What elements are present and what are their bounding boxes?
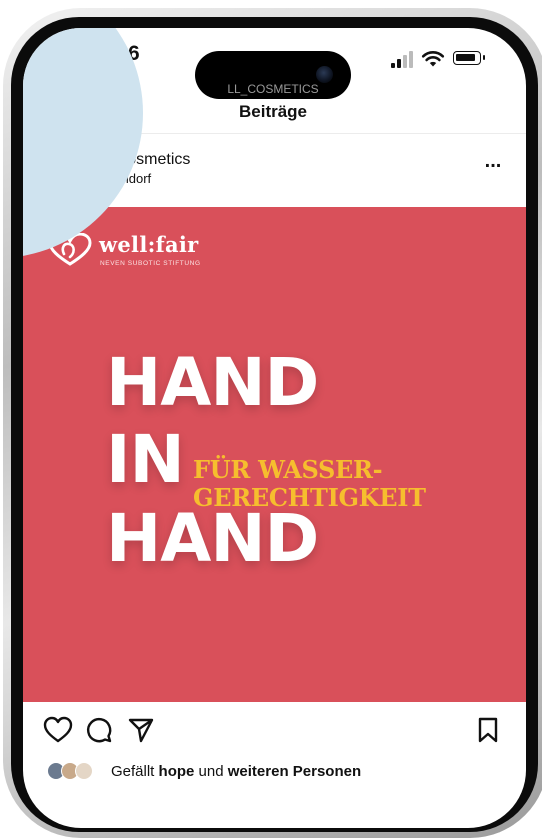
likes-row: Gefällt hope und weiteren Personen	[23, 760, 526, 784]
phone-screen: 15:16 LL_COSMETICS Beiträge LL LL_Cosmet…	[23, 28, 526, 828]
likes-user[interactable]: hope	[159, 763, 195, 780]
camera-icon	[316, 66, 333, 83]
headline-line-2: IN	[106, 421, 185, 498]
heart-icon[interactable]	[43, 716, 73, 744]
nav-title: Beiträge	[238, 102, 308, 121]
post-image[interactable]: well:fair NEVEN SUBOTIC STIFTUNG HAND IN…	[23, 207, 526, 702]
status-icons	[381, 50, 491, 68]
likes-suffix[interactable]: weiteren Personen	[228, 763, 361, 780]
wifi-icon	[421, 51, 445, 67]
more-options-button[interactable]: ...	[479, 151, 507, 174]
likes-text[interactable]: Gefällt hope und weiteren Personen	[111, 763, 361, 780]
action-bar	[23, 714, 526, 754]
brand-tagline: NEVEN SUBOTIC STIFTUNG	[100, 260, 201, 267]
bookmark-icon[interactable]	[477, 716, 499, 744]
headline-line-3: HAND	[106, 500, 319, 577]
liker-avatar[interactable]	[75, 762, 93, 780]
comment-icon[interactable]	[85, 716, 113, 744]
nav-subtitle: LL_COSMETICS	[227, 82, 319, 96]
signal-icon	[391, 50, 413, 68]
brand-name: well:fair	[99, 232, 199, 257]
headline-line-1: HAND	[106, 344, 319, 421]
battery-icon	[453, 51, 485, 65]
likes-prefix: Gefällt	[111, 763, 155, 780]
likes-connector: und	[198, 763, 224, 780]
subline-1: FÜR WASSER-	[193, 455, 383, 484]
share-icon[interactable]	[127, 716, 155, 744]
